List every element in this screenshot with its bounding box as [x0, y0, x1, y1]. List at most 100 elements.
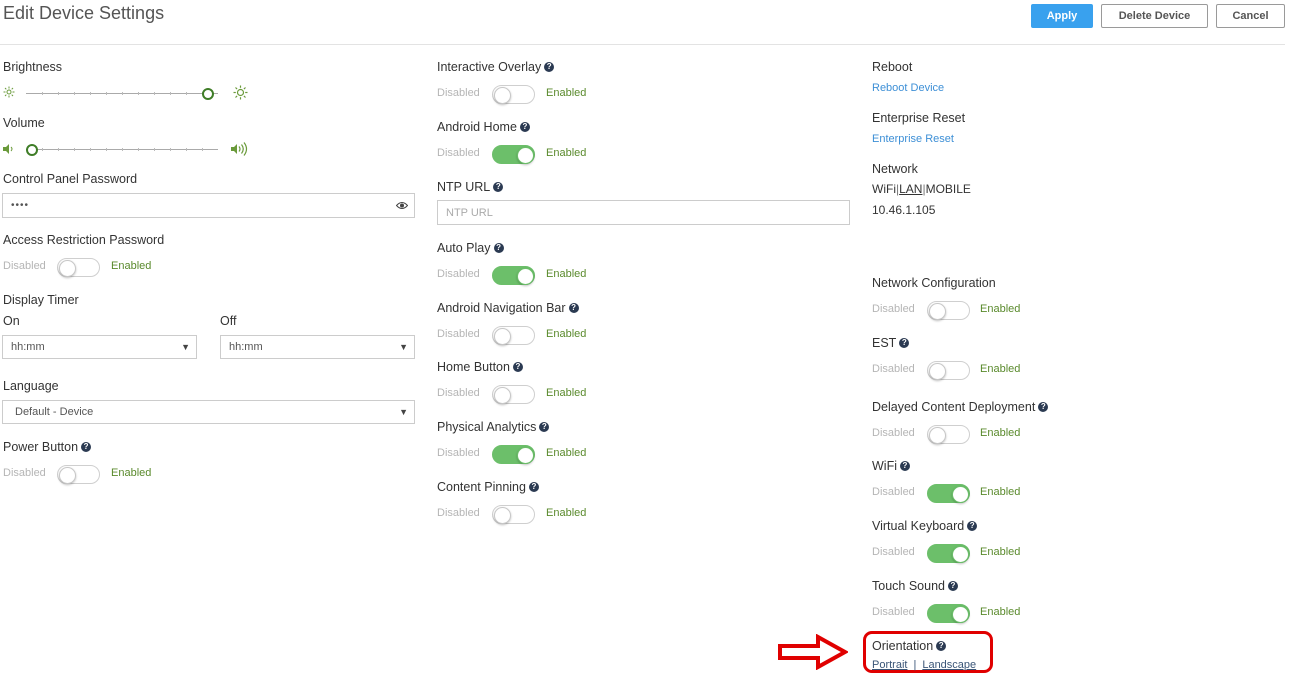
wifi-label-text: WiFi — [872, 459, 897, 473]
home-button-toggle[interactable] — [492, 385, 535, 404]
enabled-label: Enabled — [111, 260, 152, 272]
control-panel-password-field[interactable]: •••• — [2, 193, 415, 218]
ntp-url-label: NTP URL? — [437, 180, 504, 194]
display-timer-on-value: hh:mm — [11, 341, 45, 353]
access-restriction-password-toggle[interactable] — [57, 258, 100, 277]
network-wifi-option[interactable]: WiFi — [872, 182, 896, 196]
display-timer-on-label: On — [3, 314, 20, 328]
slider-tick — [74, 92, 75, 95]
help-icon[interactable]: ? — [81, 442, 92, 452]
slider-tick — [138, 148, 139, 151]
home-button-label: Home Button? — [437, 360, 523, 374]
disabled-label: Disabled — [3, 467, 46, 479]
enabled-label: Enabled — [546, 147, 587, 159]
enabled-label: Enabled — [546, 87, 587, 99]
disabled-label: Disabled — [437, 328, 480, 340]
language-select[interactable]: Default - Device ▼ — [2, 400, 415, 424]
slider-tick — [170, 92, 171, 95]
display-timer-on-select[interactable]: hh:mm ▼ — [2, 335, 197, 359]
help-icon[interactable]: ? — [900, 461, 910, 471]
wifi-toggle[interactable] — [927, 484, 970, 503]
cancel-button[interactable]: Cancel — [1216, 4, 1285, 28]
disabled-label: Disabled — [437, 87, 480, 99]
interactive-overlay-toggle[interactable] — [492, 85, 535, 104]
enabled-label: Enabled — [111, 467, 152, 479]
touch-sound-toggle[interactable] — [927, 604, 970, 623]
help-icon[interactable]: ? — [967, 521, 978, 531]
volume-slider-thumb[interactable] — [26, 144, 38, 156]
enabled-label: Enabled — [980, 606, 1021, 618]
toggle-knob — [494, 387, 511, 404]
help-icon[interactable]: ? — [568, 303, 579, 313]
disabled-label: Disabled — [872, 363, 915, 375]
enabled-label: Enabled — [546, 268, 587, 280]
network-configuration-toggle[interactable] — [927, 301, 970, 320]
android-navigation-bar-toggle[interactable] — [492, 326, 535, 345]
help-icon[interactable]: ? — [493, 182, 504, 192]
est-label-text: EST — [872, 336, 897, 350]
network-configuration-label: Network Configuration — [872, 276, 996, 290]
physical-analytics-label: Physical Analytics? — [437, 420, 550, 434]
disabled-label: Disabled — [872, 303, 915, 315]
power-button-toggle[interactable] — [57, 465, 100, 484]
brightness-label: Brightness — [3, 60, 63, 74]
delete-device-button[interactable]: Delete Device — [1101, 4, 1208, 28]
help-icon[interactable]: ? — [1038, 402, 1049, 412]
ntp-url-input[interactable] — [437, 200, 850, 225]
help-icon[interactable]: ? — [539, 422, 550, 432]
help-icon[interactable]: ? — [519, 122, 530, 132]
touch-sound-label: Touch Sound? — [872, 579, 958, 593]
slider-tick — [170, 148, 171, 151]
apply-button[interactable]: Apply — [1031, 4, 1093, 28]
content-pinning-label: Content Pinning? — [437, 480, 539, 494]
android-home-toggle[interactable] — [492, 145, 535, 164]
help-icon[interactable]: ? — [936, 641, 947, 651]
brightness-slider-thumb[interactable] — [202, 88, 215, 100]
help-icon[interactable]: ? — [947, 581, 958, 591]
enabled-label: Enabled — [546, 507, 587, 519]
help-icon[interactable]: ? — [544, 62, 555, 72]
content-pinning-toggle[interactable] — [492, 505, 535, 524]
delayed-content-deployment-label-text: Delayed Content Deployment — [872, 400, 1036, 414]
display-timer-off-select[interactable]: hh:mm ▼ — [220, 335, 415, 359]
slider-tick — [202, 148, 203, 151]
toggle-knob — [59, 260, 76, 277]
delayed-content-deployment-toggle[interactable] — [927, 425, 970, 444]
orientation-landscape-option[interactable]: Landscape — [922, 659, 976, 671]
wifi-label: WiFi? — [872, 459, 910, 473]
toggle-knob — [952, 486, 969, 503]
slider-tick — [42, 148, 43, 151]
slider-tick — [58, 148, 59, 151]
toggle-knob — [494, 87, 511, 104]
orientation-options: Portrait | Landscape — [872, 659, 976, 671]
help-icon[interactable]: ? — [493, 243, 504, 253]
red-arrow-icon — [778, 633, 850, 673]
volume-high-icon — [230, 141, 250, 160]
help-icon[interactable]: ? — [899, 338, 910, 348]
virtual-keyboard-label: Virtual Keyboard? — [872, 519, 978, 533]
virtual-keyboard-toggle[interactable] — [927, 544, 970, 563]
access-restriction-password-label: Access Restriction Password — [3, 233, 165, 247]
est-toggle[interactable] — [927, 361, 970, 380]
eye-icon[interactable] — [395, 201, 409, 213]
orientation-portrait-option[interactable]: Portrait — [872, 659, 907, 671]
reboot-device-link[interactable]: Reboot Device — [872, 82, 944, 94]
slider-tick — [90, 148, 91, 151]
auto-play-toggle[interactable] — [492, 266, 535, 285]
content-pinning-label-text: Content Pinning — [437, 480, 526, 494]
interactive-overlay-label-text: Interactive Overlay — [437, 60, 542, 74]
password-value: •••• — [11, 200, 30, 211]
disabled-label: Disabled — [437, 147, 480, 159]
network-mobile-option[interactable]: MOBILE — [926, 182, 971, 196]
network-lan-option[interactable]: LAN — [899, 182, 922, 196]
touch-sound-label-text: Touch Sound — [872, 579, 945, 593]
display-timer-off-value: hh:mm — [229, 341, 263, 353]
physical-analytics-toggle[interactable] — [492, 445, 535, 464]
enabled-label: Enabled — [980, 546, 1021, 558]
header-divider — [0, 44, 1285, 45]
slider-tick — [42, 92, 43, 95]
help-icon[interactable]: ? — [512, 362, 523, 372]
help-icon[interactable]: ? — [528, 482, 539, 492]
enterprise-reset-link[interactable]: Enterprise Reset — [872, 133, 954, 145]
language-label: Language — [3, 379, 59, 393]
